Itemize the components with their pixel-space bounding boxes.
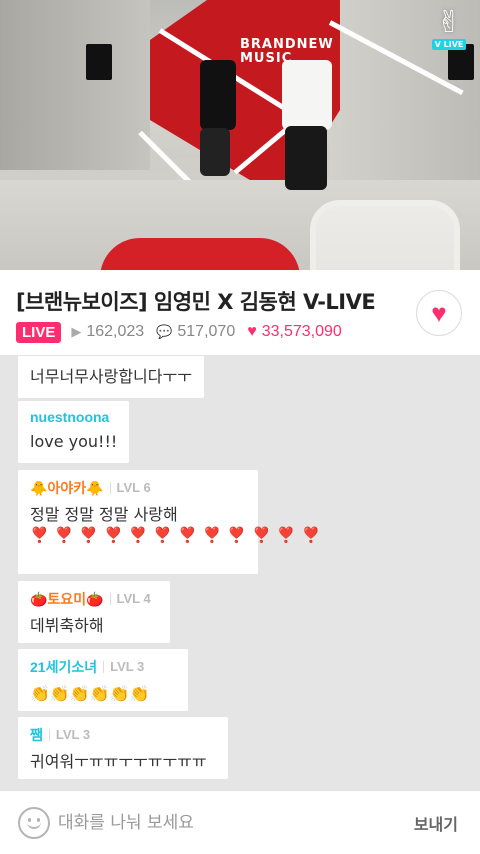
chat-message: nuestnoona love you!!! [18, 401, 130, 463]
level-badge: LVL 4 [109, 592, 151, 605]
chat-message: 🐥아야카🐥 LVL 6 정말 정말 정말 사랑해 ❣️❣️❣️❣️❣️❣️❣️❣… [18, 470, 327, 574]
chat-list[interactable]: 너무너무사랑합니다ㅜㅜ nuestnoona love you!!! 🐥아야카🐥… [0, 356, 480, 790]
broadcast-stats: LIVE ▶ 162,023 💬 517,070 ♥ 33,573,090 [16, 320, 354, 344]
username: nuestnoona [30, 409, 117, 425]
chat-message: 🍅토요미🍅 LVL 4 데뷔축하해 [18, 581, 170, 643]
username-text: nuestnoona [30, 409, 110, 425]
chat-input[interactable] [58, 811, 358, 835]
message-text: 정말 정말 정말 사랑해 ❣️❣️❣️❣️❣️❣️❣️❣️❣️❣️❣️❣️ [30, 504, 327, 546]
dancer [285, 126, 327, 190]
username-text: 쨈 [30, 727, 43, 743]
vlive-logo: ✌ V LIVE [432, 8, 466, 50]
username-text: 21세기소녀 [30, 659, 98, 675]
username-text: 🐥아야카🐥 [30, 480, 104, 496]
level-badge: LVL 3 [48, 728, 90, 741]
username: 🍅토요미🍅 LVL 4 [30, 589, 158, 609]
heart-icon: ♥ [247, 323, 257, 340]
message-text: 귀여워ㅜㅠㅠㅜㅜㅠㅜㅠㅠ [30, 752, 207, 771]
studio-wall [0, 0, 150, 170]
broadcast-title: [브랜뉴보이즈] 임영민 X 김동현 V-LIVE [16, 290, 376, 314]
play-icon: ▶ [71, 324, 82, 339]
send-button[interactable]: 보내기 [414, 811, 458, 835]
views-count: 162,023 [86, 323, 145, 340]
username-text: 🍅토요미🍅 [30, 591, 104, 607]
message-text: 👏👏👏👏👏👏 [30, 684, 150, 703]
chat-message: 쨈 LVL 3 귀여워ㅜㅠㅠㅜㅜㅠㅜㅠㅠ [18, 717, 228, 779]
video-player[interactable]: BRANDNEW MUSIC ✌ V LIVE [0, 0, 480, 270]
hearts-stat: ♥ 33,573,090 [247, 323, 342, 341]
white-chair [310, 200, 460, 270]
comments-stat: 💬 517,070 [156, 323, 235, 341]
heart-emoji-row: ❣️❣️❣️❣️❣️❣️❣️❣️❣️❣️❣️❣️ [30, 526, 327, 544]
heart-icon: ♥ [431, 298, 447, 328]
dancer [282, 60, 332, 130]
smile-icon[interactable] [18, 807, 50, 839]
red-chair [100, 238, 300, 270]
vlive-hand-icon: ✌ [436, 5, 462, 40]
views-stat: ▶ 162,023 [71, 323, 144, 341]
level-badge: LVL 6 [109, 481, 151, 494]
dancer [200, 60, 236, 130]
sign-line: BRANDNEW [240, 37, 334, 52]
hearts-count: 33,573,090 [261, 323, 342, 340]
username: 21세기소녀 LVL 3 [30, 657, 176, 677]
chat-message: 21세기소녀 LVL 3 👏👏👏👏👏👏 [18, 649, 188, 711]
message-text-body: 정말 정말 정말 사랑해 [30, 505, 178, 524]
speaker [86, 44, 112, 80]
message-text: 데뷔축하해 [30, 616, 104, 635]
like-button[interactable]: ♥ [416, 290, 462, 336]
chat-input-bar: 보내기 [0, 790, 480, 854]
chat-bubble-icon: 💬 [156, 324, 173, 339]
chat-message: 너무너무사랑합니다ㅜㅜ [18, 356, 204, 398]
smile-mouth [27, 821, 41, 829]
live-badge: LIVE [16, 321, 62, 343]
username: 쨈 LVL 3 [30, 725, 216, 745]
dancer [200, 128, 230, 176]
level-badge: LVL 3 [103, 660, 144, 673]
message-text: 너무너무사랑합니다ㅜㅜ [30, 367, 192, 386]
comments-count: 517,070 [177, 323, 236, 340]
username: 🐥아야카🐥 LVL 6 [30, 478, 246, 498]
message-text: love you!!! [30, 432, 118, 451]
broadcast-info: [브랜뉴보이즈] 임영민 X 김동현 V-LIVE LIVE ▶ 162,023… [0, 270, 480, 356]
vlive-label: V LIVE [432, 39, 466, 50]
